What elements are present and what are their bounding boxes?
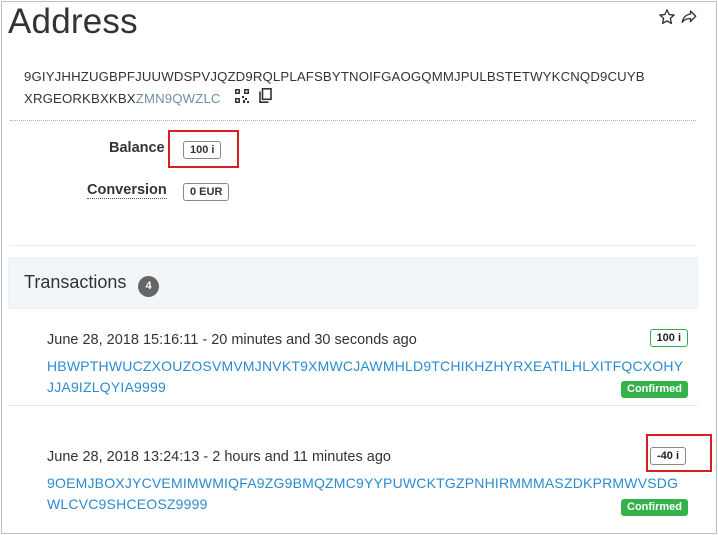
address-tools	[234, 88, 272, 110]
transaction-time: June 28, 2018 15:16:11 - 20 minutes and …	[47, 332, 417, 348]
address-divider	[10, 120, 696, 121]
share-arrow-icon[interactable]	[680, 8, 698, 26]
conversion-value: 0 EUR	[183, 183, 230, 201]
highlight-box-amount	[646, 434, 712, 472]
transaction-hash-link[interactable]: 9OEMJBOXJYCVEMIMWMIQFA9ZG9BMQZMC9YYPUWCK…	[47, 473, 678, 515]
address-line-2: XRGEORKBXKBX ZMN9QWZLC	[24, 88, 645, 110]
page-title: Address	[8, 2, 138, 41]
transaction-hash-link[interactable]: HBWPTHWUCZXOUZOSVMVMJNVKT9XMWCJAWMHLD9TC…	[47, 356, 683, 398]
transaction-amount: 100 i	[649, 329, 688, 347]
transaction-item: June 28, 2018 13:24:13 - 2 hours and 11 …	[8, 428, 698, 522]
transaction-hash-line-2[interactable]: WLCVC9SHCEOSZ9999	[47, 494, 678, 515]
qr-code-icon[interactable]	[234, 88, 249, 110]
balance-label: Balance	[109, 140, 165, 156]
section-divider	[10, 245, 696, 246]
address-block: 9GIYJHHZUGBPFJUUWDSPVJQZD9RQLPLAFSBYTNOI…	[24, 66, 645, 110]
transaction-hash-line-1[interactable]: 9OEMJBOXJYCVEMIMWMIQFA9ZG9BMQZMC9YYPUWCK…	[47, 473, 678, 494]
transaction-status-badge: Confirmed	[621, 381, 688, 398]
conversion-label[interactable]: Conversion	[87, 182, 167, 199]
transaction-status-badge: Confirmed	[621, 499, 688, 516]
transaction-item: June 28, 2018 15:16:11 - 20 minutes and …	[8, 318, 698, 406]
highlight-box-balance	[168, 130, 239, 168]
address-checksum[interactable]: ZMN9QWZLC	[136, 88, 221, 110]
address-line-1[interactable]: 9GIYJHHZUGBPFJUUWDSPVJQZD9RQLPLAFSBYTNOI…	[24, 66, 645, 88]
transaction-time: June 28, 2018 13:24:13 - 2 hours and 11 …	[47, 449, 391, 465]
transactions-count-badge: 4	[138, 276, 159, 297]
transactions-header: Transactions 4	[8, 257, 698, 309]
header-actions	[658, 8, 698, 26]
copy-icon[interactable]	[258, 88, 272, 110]
transactions-title: Transactions	[24, 272, 127, 292]
transaction-hash-line-2[interactable]: JJA9IZLQYIA9999	[47, 377, 683, 398]
transaction-hash-line-1[interactable]: HBWPTHWUCZXOUZOSVMVMJNVKT9XMWCJAWMHLD9TC…	[47, 356, 683, 377]
star-outline-icon[interactable]	[658, 8, 676, 26]
address-main-segment[interactable]: XRGEORKBXKBX	[24, 88, 136, 110]
